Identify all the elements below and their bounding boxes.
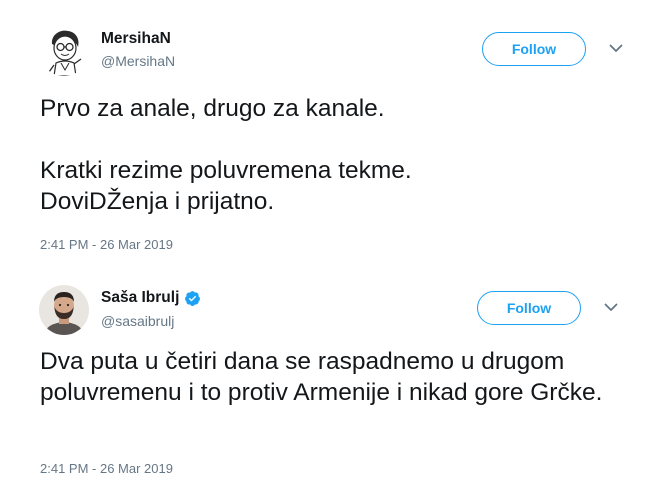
tweet-card: Saša Ibrulj @sasaibrulj Follow Dva puta … — [0, 262, 659, 503]
author-name-line[interactable]: Saša Ibrulj — [101, 289, 201, 307]
tweet-timestamp[interactable]: 2:41 PM - 26 Mar 2019 — [40, 461, 173, 476]
display-name[interactable]: MersihaN — [101, 30, 171, 48]
verified-badge-icon — [185, 290, 201, 306]
photo-portrait-icon — [39, 285, 89, 335]
display-name[interactable]: Saša Ibrulj — [101, 289, 179, 307]
follow-button[interactable]: Follow — [482, 32, 586, 66]
tweet-timestamp[interactable]: 2:41 PM - 26 Mar 2019 — [40, 237, 173, 252]
follow-button[interactable]: Follow — [477, 291, 581, 325]
chevron-down-icon[interactable] — [601, 297, 621, 317]
avatar[interactable] — [39, 285, 89, 335]
user-handle[interactable]: @MersihaN — [101, 53, 175, 69]
user-handle[interactable]: @sasaibrulj — [101, 313, 174, 329]
avatar[interactable] — [39, 26, 89, 76]
tweet-text: Prvo za anale, drugo za kanale. Kratki r… — [40, 95, 412, 215]
chevron-down-icon[interactable] — [606, 38, 626, 58]
tweet-card: MersihaN @MersihaN Follow Prvo za anale,… — [0, 0, 659, 262]
tweet-text: Dva puta u četiri dana se raspadnemo u d… — [40, 348, 603, 406]
author-name-line[interactable]: MersihaN — [101, 30, 171, 48]
cartoon-portrait-icon — [39, 26, 89, 76]
